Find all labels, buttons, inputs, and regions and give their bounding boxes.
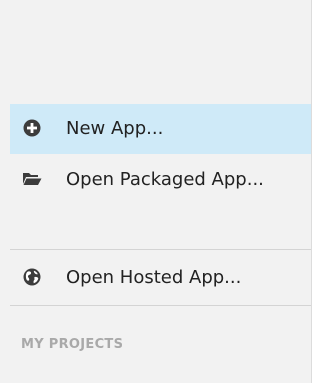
open-packaged-app-label: Open Packaged App... (66, 169, 264, 190)
open-hosted-app-menu-item[interactable]: Open Hosted App... (10, 250, 311, 306)
open-packaged-app-menu-item[interactable]: Open Packaged App... (10, 154, 311, 250)
new-app-label: New App... (66, 118, 164, 139)
app-menu: New App... Open Packaged App... Open Hos… (10, 104, 311, 306)
plus-circle-icon (22, 118, 42, 138)
globe-icon (22, 267, 42, 287)
sidebar-panel: New App... Open Packaged App... Open Hos… (0, 0, 312, 383)
folder-open-icon (22, 169, 42, 189)
my-projects-header: MY PROJECTS (21, 337, 124, 352)
new-app-menu-item[interactable]: New App... (10, 104, 311, 154)
open-hosted-app-label: Open Hosted App... (66, 267, 242, 288)
